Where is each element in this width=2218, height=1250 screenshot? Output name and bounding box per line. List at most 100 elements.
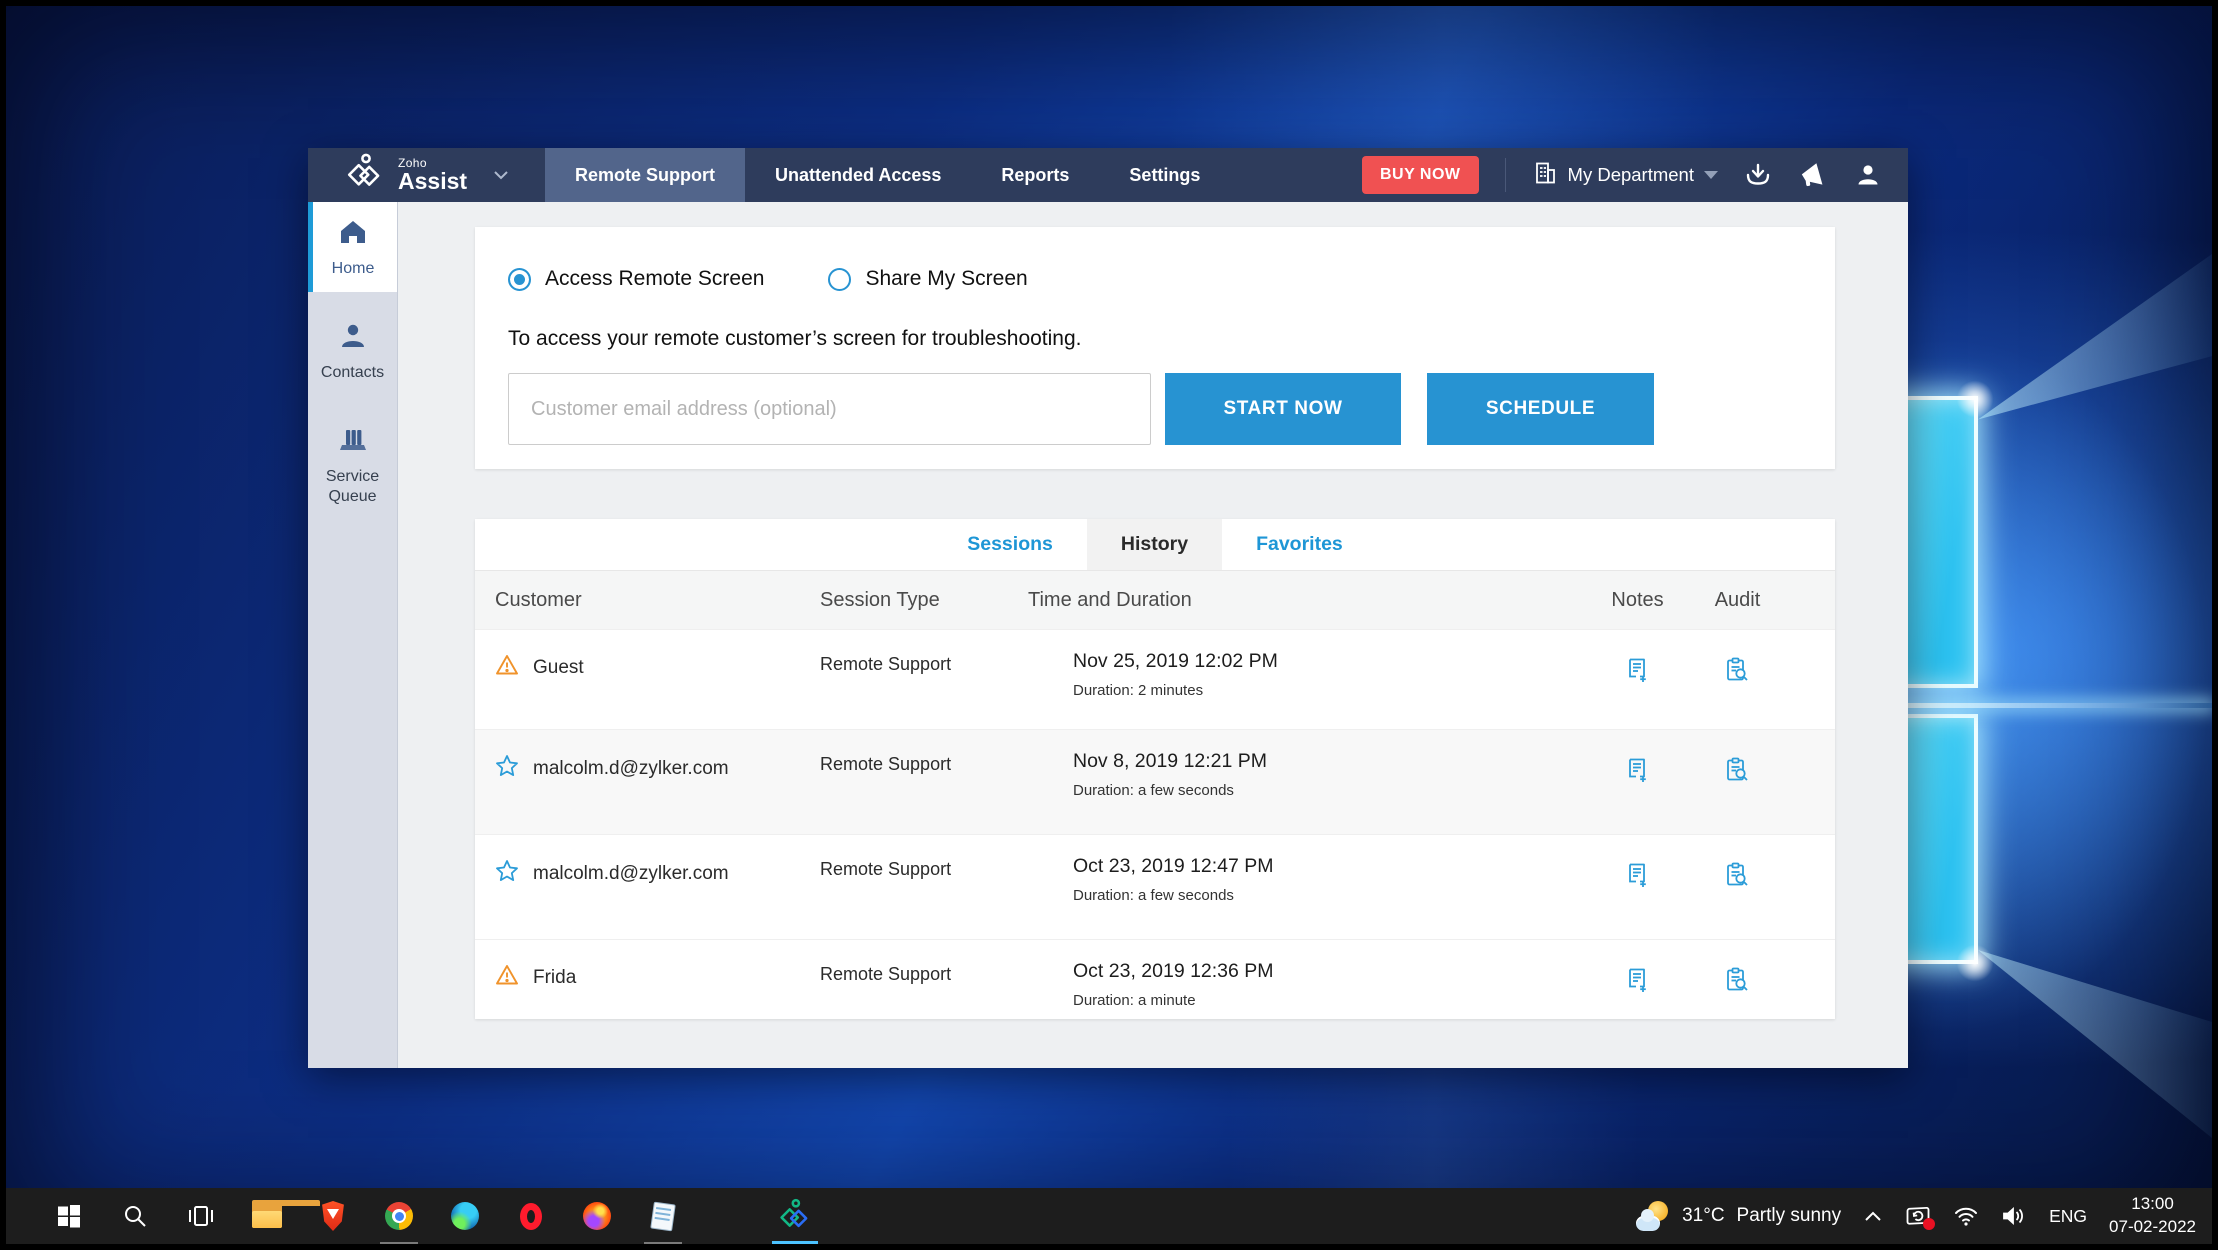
announcement-icon[interactable]	[1798, 161, 1828, 189]
vlc-button[interactable]	[696, 1188, 762, 1244]
tab-sessions[interactable]: Sessions	[933, 519, 1087, 570]
home-icon	[338, 218, 368, 251]
edge-icon	[451, 1202, 479, 1230]
task-view-button[interactable]	[168, 1188, 234, 1244]
tray-expand-icon[interactable]	[1863, 1208, 1883, 1224]
radio-label[interactable]: Share My Screen	[865, 267, 1027, 291]
department-selector[interactable]: My Department	[1532, 160, 1718, 191]
profile-icon[interactable]	[1854, 161, 1882, 189]
session-duration: Duration: a few seconds	[1073, 782, 1590, 799]
weather-temperature: 31°C	[1682, 1205, 1724, 1227]
app-navbar: Zoho Assist Remote Support Unattended Ac…	[308, 148, 1908, 202]
notes-icon[interactable]	[1590, 835, 1685, 889]
sessions-tabbar: Sessions History Favorites	[475, 519, 1835, 571]
warning-icon	[495, 964, 519, 992]
chevron-down-icon[interactable]	[493, 167, 509, 183]
warning-icon	[495, 654, 519, 682]
screenshot-frame: Zoho Assist Remote Support Unattended Ac…	[0, 0, 2218, 1250]
brand[interactable]: Zoho Assist	[308, 148, 545, 202]
caret-down-icon	[1704, 171, 1718, 179]
brand-assist: Assist	[398, 170, 467, 193]
windows-logo-flare	[1954, 942, 1996, 984]
nav-tabs: Remote Support Unattended Access Reports…	[545, 148, 1230, 202]
navbar-divider	[1505, 158, 1506, 192]
buy-now-button[interactable]: BUY NOW	[1362, 156, 1479, 194]
customer-email-input[interactable]	[508, 373, 1151, 445]
service-queue-icon	[337, 426, 369, 459]
column-session-type: Session Type	[800, 589, 1008, 612]
volume-icon[interactable]	[2001, 1205, 2027, 1227]
taskbar-tray: 31°C Partly sunny	[1636, 1188, 2212, 1244]
taskbar-search-button[interactable]	[102, 1188, 168, 1244]
audit-icon[interactable]	[1685, 835, 1790, 889]
radio-label[interactable]: Access Remote Screen	[545, 267, 764, 291]
tab-remote-support[interactable]: Remote Support	[545, 148, 745, 202]
opera-icon	[520, 1203, 542, 1230]
chrome-button[interactable]	[366, 1188, 432, 1244]
form-description: To access your remote customer’s screen …	[508, 327, 1802, 351]
windows-start-icon	[56, 1203, 82, 1229]
audit-icon[interactable]	[1685, 630, 1790, 684]
firefox-button[interactable]	[564, 1188, 630, 1244]
tab-settings[interactable]: Settings	[1099, 148, 1230, 202]
partly-sunny-icon	[1636, 1201, 1670, 1231]
sidebar-item-contacts[interactable]: Contacts	[308, 306, 397, 396]
table-row[interactable]: Guest Remote Support Nov 25, 2019 12:02 …	[475, 629, 1835, 729]
wifi-icon[interactable]	[1953, 1205, 1979, 1227]
zoho-assist-logo-icon	[344, 152, 386, 199]
file-explorer-icon	[252, 1204, 282, 1228]
column-time-duration: Time and Duration	[1008, 589, 1590, 612]
column-notes: Notes	[1590, 589, 1685, 612]
session-duration: Duration: a few seconds	[1073, 887, 1590, 904]
weather-widget[interactable]: 31°C Partly sunny	[1636, 1201, 1841, 1231]
star-icon	[495, 754, 519, 783]
clock[interactable]: 13:00 07-02-2022	[2109, 1193, 2196, 1239]
session-type: Remote Support	[800, 730, 1008, 775]
session-time: Oct 23, 2019 12:47 PM	[1073, 855, 1590, 878]
running-indicator	[380, 1242, 418, 1244]
tab-history[interactable]: History	[1087, 519, 1222, 570]
zoho-assist-icon	[778, 1198, 812, 1234]
download-icon[interactable]	[1744, 161, 1772, 189]
navbar-right: BUY NOW My Department	[1362, 148, 1908, 202]
sidebar-item-label: Home	[332, 259, 375, 278]
session-type: Remote Support	[800, 940, 1008, 985]
customer-name: malcolm.d@zylker.com	[533, 758, 729, 780]
table-header: Customer Session Type Time and Duration …	[475, 571, 1835, 629]
windows-taskbar: 31°C Partly sunny	[6, 1188, 2212, 1244]
column-customer: Customer	[475, 589, 800, 612]
sidebar-item-home[interactable]: Home	[308, 202, 397, 292]
start-now-button[interactable]: START NOW	[1165, 373, 1401, 445]
active-app-indicator	[772, 1241, 818, 1244]
opera-button[interactable]	[498, 1188, 564, 1244]
session-time: Nov 25, 2019 12:02 PM	[1073, 650, 1590, 673]
audit-icon[interactable]	[1685, 730, 1790, 784]
notification-badge	[1923, 1218, 1935, 1230]
tab-favorites[interactable]: Favorites	[1222, 519, 1377, 570]
window-body: Home Contacts	[308, 202, 1908, 1068]
language-indicator[interactable]: ENG	[2049, 1206, 2087, 1227]
notes-icon[interactable]	[1590, 940, 1685, 994]
screenshare-icon[interactable]	[1905, 1205, 1931, 1227]
brave-button[interactable]	[300, 1188, 366, 1244]
audit-icon[interactable]	[1685, 940, 1790, 994]
radio-access-remote-screen[interactable]	[508, 268, 531, 291]
sidebar-item-service-queue[interactable]: Service Queue	[308, 410, 397, 519]
tab-unattended-access[interactable]: Unattended Access	[745, 148, 971, 202]
edge-button[interactable]	[432, 1188, 498, 1244]
notepad-button[interactable]	[630, 1188, 696, 1244]
table-row[interactable]: malcolm.d@zylker.com Remote Support Nov …	[475, 729, 1835, 834]
schedule-button[interactable]: SCHEDULE	[1427, 373, 1654, 445]
table-row[interactable]: Frida Remote Support Oct 23, 2019 12:36 …	[475, 939, 1835, 1027]
table-row[interactable]: malcolm.d@zylker.com Remote Support Oct …	[475, 834, 1835, 939]
zoho-assist-taskbar-button[interactable]	[762, 1188, 828, 1244]
radio-share-my-screen[interactable]	[828, 268, 851, 291]
file-explorer-button[interactable]	[234, 1188, 300, 1244]
customer-name: malcolm.d@zylker.com	[533, 863, 729, 885]
notes-icon[interactable]	[1590, 630, 1685, 684]
zoho-assist-window: Zoho Assist Remote Support Unattended Ac…	[308, 148, 1908, 1068]
tab-reports[interactable]: Reports	[971, 148, 1099, 202]
notes-icon[interactable]	[1590, 730, 1685, 784]
start-button[interactable]	[36, 1188, 102, 1244]
clock-time: 13:00	[2109, 1193, 2196, 1216]
